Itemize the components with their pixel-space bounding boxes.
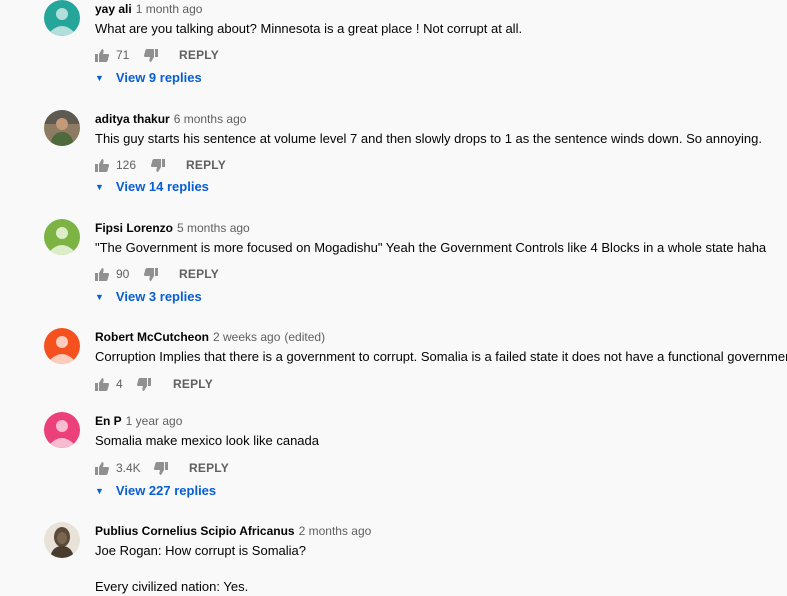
like-count: 4 (116, 377, 123, 391)
bust-portrait-icon (44, 522, 80, 558)
chevron-down-icon: ▼ (95, 292, 104, 302)
thumbs-up-icon[interactable] (95, 462, 109, 478)
reply-button[interactable]: REPLY (186, 158, 226, 172)
avatar[interactable] (44, 412, 80, 448)
view-replies-label: View 14 replies (115, 179, 209, 194)
view-replies-label: View 227 replies (115, 483, 217, 498)
comment-time[interactable]: 1 year ago (126, 414, 183, 428)
thumbs-down-icon[interactable] (137, 378, 151, 394)
comment-header: Publius Cornelius Scipio Africanus 2 mont… (95, 524, 371, 538)
comment-header: Fipsi Lorenzo 5 months ago (95, 221, 250, 235)
avatar[interactable] (44, 0, 80, 36)
like-count: 71 (116, 48, 130, 62)
chevron-down-icon: ▼ (95, 73, 104, 83)
comment-time[interactable]: 6 months ago (174, 112, 247, 126)
default-avatar-icon (44, 328, 80, 364)
comment-text: Somalia make mexico look like canada (95, 433, 319, 448)
reply-button[interactable]: REPLY (179, 48, 219, 62)
comment-time[interactable]: 2 months ago (299, 524, 372, 538)
view-replies-button[interactable]: ▼ View 9 replies (95, 70, 202, 85)
author-name[interactable]: En P (95, 414, 122, 428)
comment-header: Robert McCutcheon 2 weeks ago (edited) (95, 330, 325, 344)
author-name[interactable]: Publius Cornelius Scipio Africanus (95, 524, 295, 538)
comment-time[interactable]: 5 months ago (177, 221, 250, 235)
author-name[interactable]: Fipsi Lorenzo (95, 221, 173, 235)
comment-header: En P 1 year ago (95, 414, 182, 428)
edited-label: (edited) (284, 330, 326, 344)
reply-button[interactable]: REPLY (173, 377, 213, 391)
comment-header: aditya thakur 6 months ago (95, 112, 246, 126)
thumbs-down-icon[interactable] (151, 159, 165, 175)
comment-text: What are you talking about? Minnesota is… (95, 21, 523, 36)
default-avatar-icon (44, 0, 80, 36)
avatar[interactable] (44, 522, 80, 558)
thumbs-up-icon[interactable] (95, 159, 109, 175)
comment-text: "The Government is more focused on Mogad… (95, 240, 767, 255)
thumbs-up-icon[interactable] (95, 378, 109, 394)
chevron-down-icon: ▼ (95, 486, 104, 496)
default-avatar-icon (44, 219, 80, 255)
view-replies-button[interactable]: ▼ View 14 replies (95, 179, 209, 194)
view-replies-button[interactable]: ▼ View 227 replies (95, 483, 216, 498)
thumbs-up-icon[interactable] (95, 268, 109, 284)
thumbs-down-icon[interactable] (144, 268, 158, 284)
user-photo-icon (44, 110, 80, 146)
thumbs-up-icon[interactable] (95, 49, 109, 65)
like-count: 126 (116, 158, 137, 172)
like-count: 90 (116, 267, 130, 281)
author-name[interactable]: yay ali (95, 2, 132, 16)
comment-header: yay ali 1 month ago (95, 2, 202, 16)
comment-time[interactable]: 2 weeks ago (213, 330, 280, 344)
view-replies-label: View 9 replies (115, 70, 202, 85)
author-name[interactable]: Robert McCutcheon (95, 330, 209, 344)
thumbs-down-icon[interactable] (144, 49, 158, 65)
avatar[interactable] (44, 110, 80, 146)
author-name[interactable]: aditya thakur (95, 112, 170, 126)
reply-button[interactable]: REPLY (179, 267, 219, 281)
comment-text-line-3: Every civilized nation: Yes. (95, 579, 249, 594)
chevron-down-icon: ▼ (95, 182, 104, 192)
avatar[interactable] (44, 328, 80, 364)
comment-text: This guy starts his sentence at volume l… (95, 131, 762, 146)
reply-button[interactable]: REPLY (189, 461, 229, 475)
view-replies-button[interactable]: ▼ View 3 replies (95, 289, 202, 304)
avatar[interactable] (44, 219, 80, 255)
comment-time[interactable]: 1 month ago (136, 2, 203, 16)
default-avatar-icon (44, 412, 80, 448)
thumbs-down-icon[interactable] (154, 462, 168, 478)
comment-text-line-1: Joe Rogan: How corrupt is Somalia? (95, 543, 306, 558)
like-count: 3.4K (116, 461, 141, 475)
comment-text: Corruption Implies that there is a gover… (95, 349, 787, 364)
view-replies-label: View 3 replies (115, 289, 202, 304)
